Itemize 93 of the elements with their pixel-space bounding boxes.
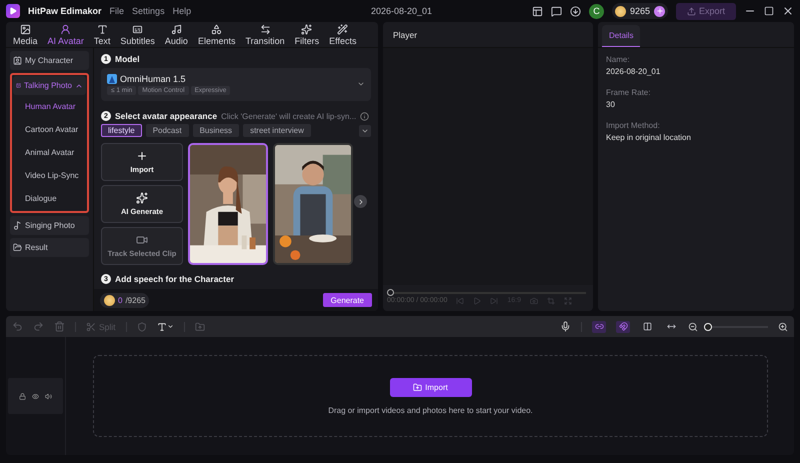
character-icon xyxy=(13,56,22,65)
scissors-icon xyxy=(86,322,96,332)
ai-icon xyxy=(136,192,148,204)
expand-icon[interactable] xyxy=(359,124,371,136)
drop-zone[interactable]: Import Drag or import videos and photos here to start your video. xyxy=(93,355,768,437)
eye-icon[interactable] xyxy=(32,392,39,400)
credits-used: 0 xyxy=(118,296,122,304)
credits-total: /9265 xyxy=(125,296,146,304)
elements-icon xyxy=(211,24,222,35)
info-icon[interactable] xyxy=(360,112,370,120)
import-button[interactable]: Import xyxy=(390,378,472,396)
magnet-icon[interactable] xyxy=(616,320,630,332)
category-chip[interactable]: street interview xyxy=(243,124,311,137)
next-button[interactable] xyxy=(354,195,367,208)
download-icon[interactable] xyxy=(570,6,581,16)
field-value: 2026-08-20_01 xyxy=(606,67,662,76)
category-chip[interactable]: Business xyxy=(192,124,240,137)
menu-item[interactable]: Help xyxy=(172,6,192,16)
seek-handle[interactable] xyxy=(387,289,394,296)
toolbar-tab[interactable]: Subtitles xyxy=(115,22,160,47)
field-label: Frame Rate: xyxy=(606,88,652,97)
export-clip-icon[interactable] xyxy=(194,322,205,332)
sidebar-subitem[interactable]: Video Lip-Sync xyxy=(13,164,86,187)
media-icon xyxy=(20,24,31,35)
talking-icon xyxy=(16,81,21,90)
sidebar-subitem[interactable]: Cartoon Avatar xyxy=(13,118,86,141)
close-icon[interactable] xyxy=(782,5,794,17)
sidebar-item[interactable]: Result xyxy=(10,238,89,257)
app-name: HitPaw Edimakor xyxy=(28,6,102,16)
toolbar-tab[interactable]: AI Avatar xyxy=(42,22,89,47)
credits-counter[interactable]: 9265 xyxy=(612,3,668,19)
transition-icon xyxy=(260,24,271,35)
zoom-out-icon[interactable] xyxy=(688,322,698,332)
field-value: Keep in original location xyxy=(606,133,692,142)
coin-icon xyxy=(104,294,115,306)
credits-amount: 9265 xyxy=(630,6,650,16)
folder-icon xyxy=(413,382,422,392)
toolbar-tab[interactable]: Media xyxy=(8,22,43,47)
track-icon xyxy=(136,234,148,246)
feedback-icon[interactable] xyxy=(550,6,562,16)
section-heading: Select avatar appearance xyxy=(115,111,218,121)
toolbar-tab[interactable]: Text xyxy=(88,22,116,47)
coin-icon xyxy=(614,6,626,16)
toolbar-tab[interactable]: Effects xyxy=(324,22,362,47)
toolbar-tab[interactable]: Elements xyxy=(192,22,240,47)
category-chip[interactable]: Podcast xyxy=(146,124,189,137)
model-logo-icon xyxy=(107,74,117,84)
menu-item[interactable]: File xyxy=(110,6,124,16)
subtitles-icon xyxy=(132,24,144,35)
toolbar-tab[interactable]: Audio xyxy=(160,22,193,47)
sidebar-item[interactable]: Talking Photo xyxy=(13,76,86,95)
audio-icon xyxy=(170,24,182,35)
sidebar-item[interactable]: My Character xyxy=(10,51,89,70)
details-tab[interactable]: Details xyxy=(602,25,640,47)
toolbar-tab[interactable]: Filters xyxy=(290,22,324,47)
filters-icon xyxy=(301,24,312,35)
sidebar-subitem[interactable]: Human Avatar xyxy=(13,95,86,118)
field-label: Name: xyxy=(606,55,631,64)
menu-item[interactable]: Settings xyxy=(132,6,165,16)
section-heading: Model xyxy=(115,54,140,64)
result-icon xyxy=(13,243,22,252)
category-chip[interactable]: lifestyle xyxy=(101,124,142,137)
project-title: 2026-08-20_01 xyxy=(371,6,432,16)
text-icon xyxy=(96,24,108,35)
zoom-in-icon[interactable] xyxy=(778,322,788,332)
drop-hint: Drag or import videos and photos here to start your video. xyxy=(328,406,533,414)
section-heading: Add speech for the Character xyxy=(115,274,234,284)
link-icon[interactable] xyxy=(592,320,606,332)
add-credits-icon[interactable] xyxy=(654,6,665,16)
zoom-handle[interactable] xyxy=(704,322,712,330)
toolbar-tab[interactable]: Transition xyxy=(240,22,290,47)
app-logo-icon xyxy=(6,4,20,18)
text-tool-icon[interactable] xyxy=(156,322,174,332)
effects-icon xyxy=(337,24,348,35)
panel-title: Player xyxy=(393,30,418,40)
import-icon xyxy=(136,150,148,162)
avatar-icon xyxy=(60,24,72,35)
maximize-icon[interactable] xyxy=(764,6,774,16)
upload-icon xyxy=(686,6,696,16)
field-value: 30 xyxy=(606,100,616,109)
generate-button[interactable]: Generate xyxy=(322,293,372,307)
hint-text: Click 'Generate' will create AI lip-syn... xyxy=(221,112,356,120)
sidebar-subitem[interactable]: Dialogue xyxy=(13,187,86,210)
layout-icon[interactable] xyxy=(532,6,543,16)
sidebar-subitem[interactable]: Animal Avatar xyxy=(13,141,86,164)
dropdown-icon xyxy=(357,80,365,88)
account-avatar[interactable]: C xyxy=(588,4,604,18)
field-label: Import Method: xyxy=(606,121,661,130)
speaker-icon[interactable] xyxy=(45,392,52,400)
microphone-icon[interactable] xyxy=(560,321,571,332)
lock-icon[interactable] xyxy=(19,392,26,400)
sidebar-item[interactable]: Singing Photo xyxy=(10,216,89,235)
singing-icon xyxy=(13,221,22,230)
